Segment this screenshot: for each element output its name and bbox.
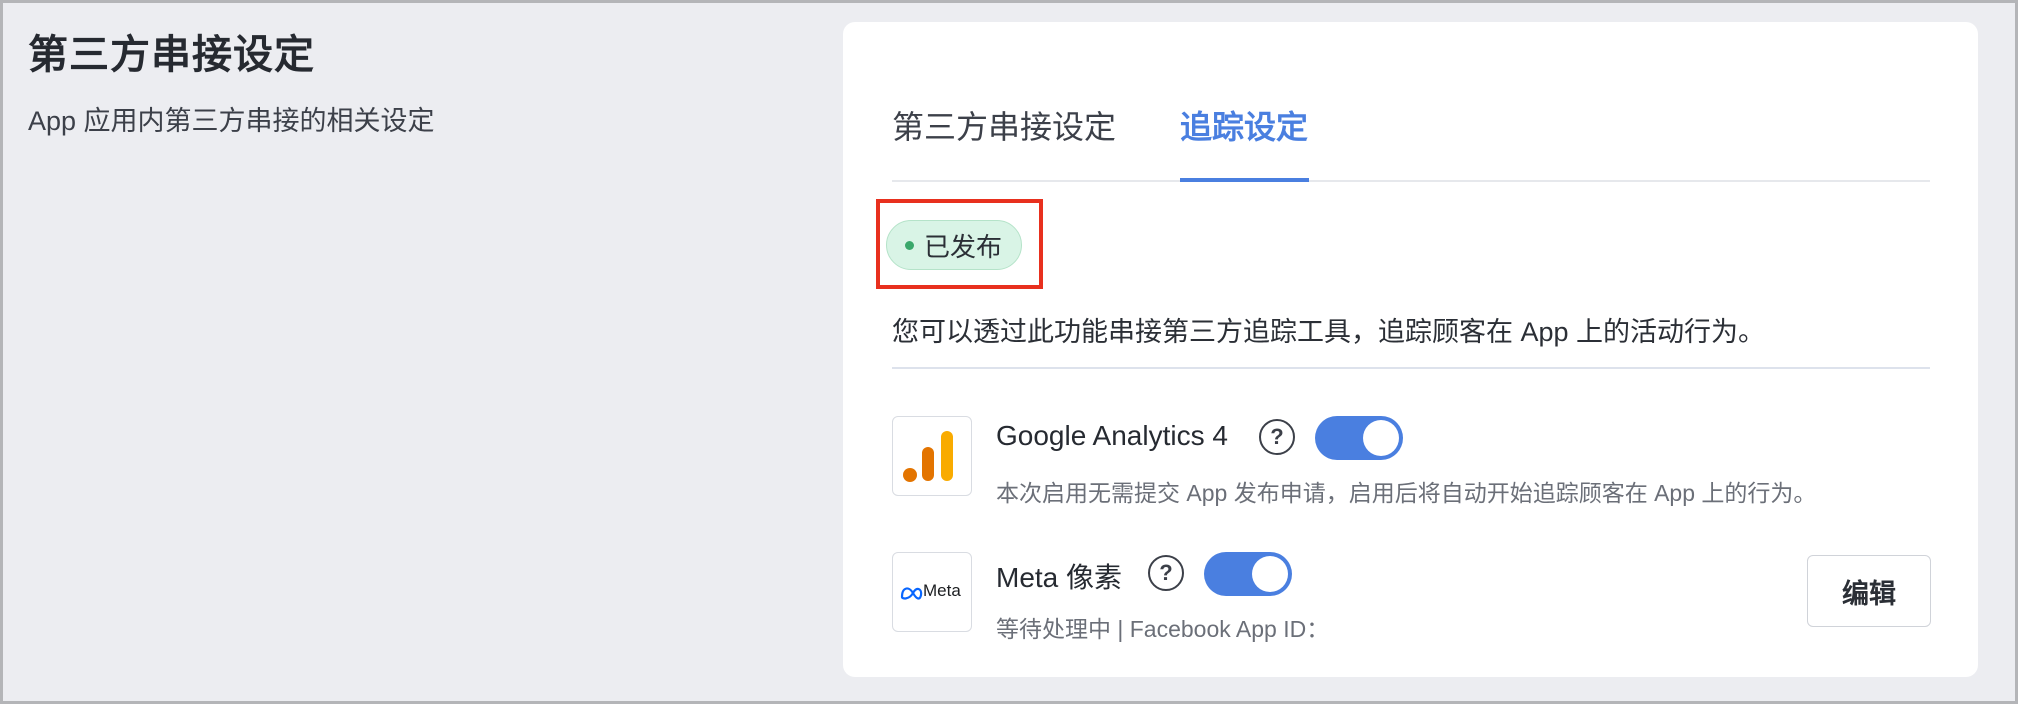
integration-name: Google Analytics 4: [996, 420, 1228, 451]
edit-button[interactable]: 编辑: [1807, 555, 1931, 627]
tab-third-party-integration[interactable]: 第三方串接设定: [892, 102, 1116, 148]
integration-subtitle: 等待处理中 | Facebook App ID：: [996, 616, 1330, 642]
status-dot-icon: [905, 240, 914, 250]
page-description: App 应用内第三方串接的相关设定: [28, 106, 435, 136]
help-icon[interactable]: ?: [1259, 419, 1295, 455]
meta-logo-text: Meta: [923, 581, 961, 600]
integration-name: Meta 像素: [996, 562, 1123, 593]
integration-subtitle: 本次启用无需提交 App 发布申请，启用后将自动开始追踪顾客在 App 上的行为…: [996, 480, 1817, 506]
toggle-knob: [1252, 556, 1288, 592]
divider: [892, 367, 1930, 369]
settings-card: 第三方串接设定 追踪设定 已发布 您可以透过此功能串接第三方追踪工具，追踪顾客在…: [843, 22, 1978, 677]
help-icon[interactable]: ?: [1148, 555, 1184, 591]
meta-icon: Meta: [892, 552, 972, 632]
active-tab-indicator: [1180, 178, 1309, 182]
status-badge: 已发布: [886, 220, 1022, 270]
status-label: 已发布: [924, 231, 1003, 262]
toggle-knob: [1363, 420, 1399, 456]
tab-bar: 第三方串接设定 追踪设定: [892, 22, 1930, 182]
tab-tracking-settings[interactable]: 追踪设定: [1180, 102, 1308, 148]
intro-text: 您可以透过此功能串接第三方追踪工具，追踪顾客在 App 上的活动行为。: [892, 317, 1766, 347]
google-analytics-icon: [892, 416, 972, 496]
google-analytics-toggle[interactable]: [1315, 416, 1403, 460]
page-title: 第三方串接设定: [28, 33, 315, 77]
meta-pixel-toggle[interactable]: [1204, 552, 1292, 596]
